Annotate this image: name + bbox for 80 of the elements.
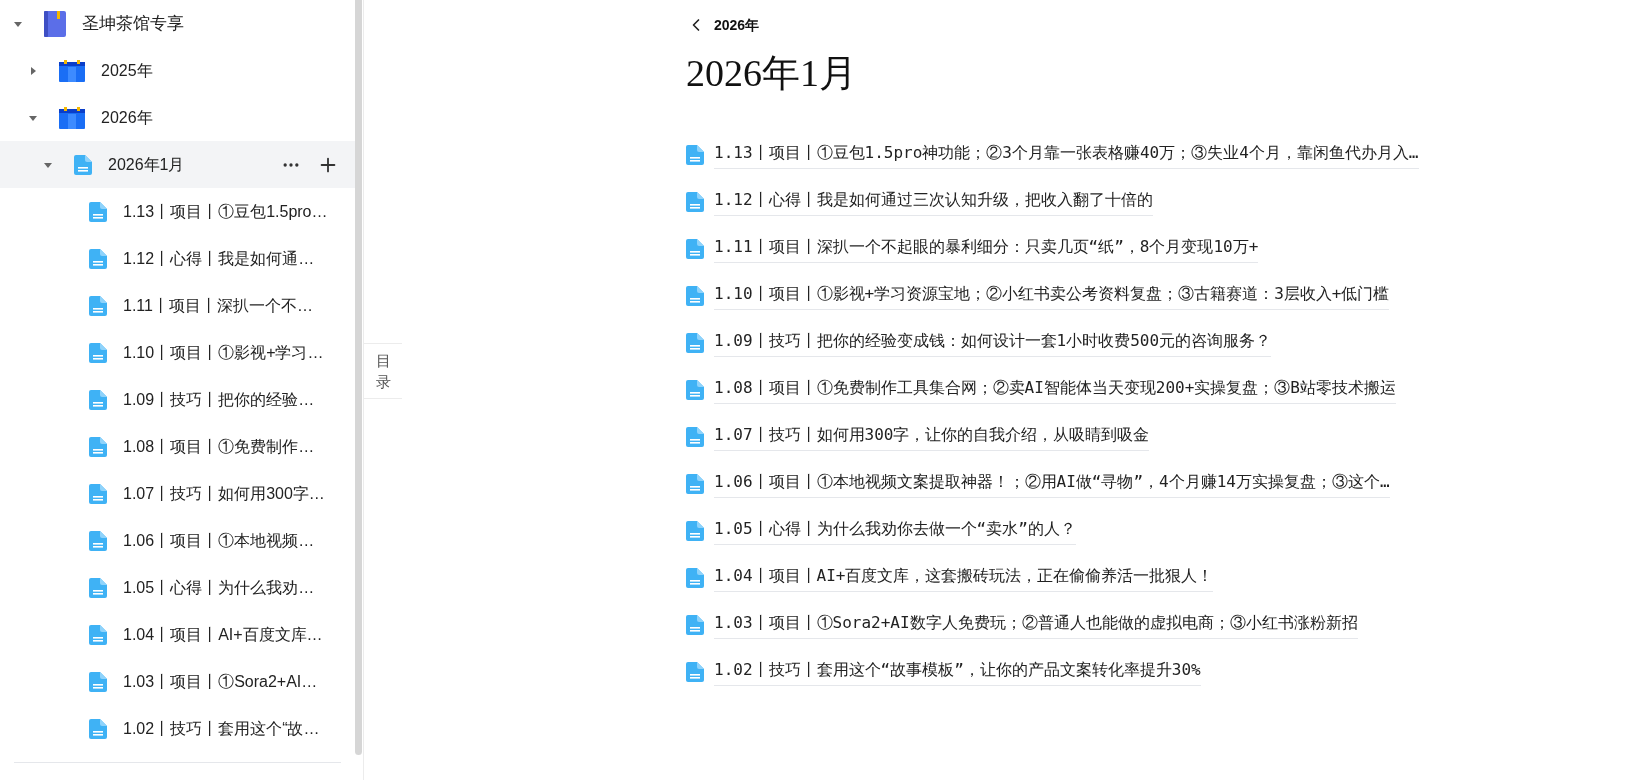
item-label: 1.10丨项目丨①影视+学习… (123, 342, 324, 363)
item-label: 1.09丨技巧丨把你的经验… (123, 389, 315, 410)
article-link[interactable]: 1.03丨项目丨①Sora2+AI数字人免费玩；②普通人也能做的虚拟电商；③小红书涨粉新招 (714, 611, 1358, 639)
tree-item[interactable]: 2026年1月 (0, 141, 355, 188)
article-link[interactable]: 1.12丨心得丨我是如何通过三次认知升级，把收入翻了十倍的 (714, 188, 1153, 216)
tree-item[interactable]: 1.11丨项目丨深扒一个不… (0, 282, 355, 329)
tree-item[interactable]: 1.03丨项目丨①Sora2+AI… (0, 658, 355, 705)
article-link[interactable]: 1.05丨心得丨为什么我劝你去做一个“卖水”的人？ (714, 517, 1076, 545)
article-link[interactable]: 1.07丨技巧丨如何用300字，让你的自我介绍，从吸睛到吸金 (714, 423, 1150, 451)
tree-item[interactable]: 1.02丨技巧丨套用这个“故… (0, 705, 355, 752)
document-icon (686, 474, 704, 494)
document-icon (686, 333, 704, 353)
document-icon (89, 389, 107, 410)
document-icon (89, 248, 107, 269)
document-icon (686, 145, 704, 165)
scrollbar-thumb[interactable] (355, 0, 362, 755)
document-icon (686, 615, 704, 635)
tree-item[interactable]: 1.08丨项目丨①免费制作… (0, 423, 355, 470)
caret-right-icon[interactable] (29, 66, 37, 75)
item-label: 圣坤茶馆专享 (82, 12, 184, 35)
tree-item[interactable]: 1.13丨项目丨①豆包1.5pro… (0, 188, 355, 235)
item-label: 1.08丨项目丨①免费制作… (123, 436, 315, 457)
document-icon (686, 286, 704, 306)
document-icon (89, 577, 107, 598)
item-label: 1.13丨项目丨①豆包1.5pro… (123, 201, 328, 222)
item-label: 1.02丨技巧丨套用这个“故… (123, 718, 320, 739)
document-icon (686, 662, 704, 682)
page-title: 2026年1月 (686, 51, 858, 96)
document-icon (74, 154, 92, 175)
document-icon (89, 436, 107, 457)
article-link[interactable]: 1.04丨项目丨AI+百度文库，这套搬砖玩法，正在偷偷养活一批狠人！ (714, 564, 1214, 592)
document-icon (89, 671, 107, 692)
caret-down-icon[interactable] (14, 19, 22, 28)
document-icon (89, 624, 107, 645)
document-icon (89, 718, 107, 739)
item-label: 1.07丨技巧丨如何用300字… (123, 483, 325, 504)
breadcrumb-link[interactable]: 2026年 (714, 14, 760, 36)
tree-item[interactable]: 2025年 (0, 47, 355, 94)
calendar-icon (59, 59, 85, 82)
item-label: 1.04丨项目丨AI+百度文库… (123, 624, 323, 645)
tree-item[interactable]: 1.10丨项目丨①影视+学习… (0, 329, 355, 376)
document-icon (686, 521, 704, 541)
item-label: 1.06丨项目丨①本地视频… (123, 530, 315, 551)
article-link[interactable]: 1.08丨项目丨①免费制作工具集合网；②卖AI智能体当天变现200+实操复盘；③B站零技术搬运 (714, 376, 1396, 404)
item-label: 1.03丨项目丨①Sora2+AI… (123, 671, 318, 692)
caret-down-icon[interactable] (44, 160, 52, 169)
calendar-icon (59, 106, 85, 129)
notebook-icon (44, 10, 66, 37)
caret-down-icon[interactable] (29, 113, 37, 122)
article-link[interactable]: 1.10丨项目丨①影视+学习资源宝地；②小红书卖公考资料复盘；③古籍赛道：3层收入+低门槛 (714, 282, 1390, 310)
item-label: 2025年 (101, 60, 153, 81)
document-icon (686, 380, 704, 400)
tree-item[interactable]: 1.06丨项目丨①本地视频… (0, 517, 355, 564)
document-icon (686, 239, 704, 259)
tree-item[interactable]: 圣坤茶馆专享 (0, 0, 355, 47)
item-label: 1.11丨项目丨深扒一个不… (123, 295, 313, 316)
article-link[interactable]: 1.11丨项目丨深扒一个不起眼的暴利细分：只卖几页“纸”，8个月变现10万+ (714, 235, 1259, 263)
tree-item[interactable]: 1.09丨技巧丨把你的经验… (0, 376, 355, 423)
article-link[interactable]: 1.13丨项目丨①豆包1.5pro神功能；②3个月靠一张表格赚40万；③失业4个月，靠闲鱼代办月入… (714, 141, 1419, 169)
document-icon (89, 530, 107, 551)
item-label: 2026年1月 (108, 154, 185, 175)
document-icon (89, 295, 107, 316)
tree-item[interactable]: 1.12丨心得丨我是如何通… (0, 235, 355, 282)
document-icon (89, 342, 107, 363)
document-icon (686, 192, 704, 212)
item-label: 2026年 (101, 107, 153, 128)
document-icon (89, 201, 107, 222)
tree-item[interactable]: 2026年 (0, 94, 355, 141)
toc-tab[interactable]: 目录 (364, 343, 402, 399)
tree-item[interactable]: 1.04丨项目丨AI+百度文库… (0, 611, 355, 658)
article-link[interactable]: 1.06丨项目丨①本地视频文案提取神器！；②用AI做“寻物”，4个月赚14万实操复盘；③这个… (714, 470, 1390, 498)
tree-item[interactable]: 1.07丨技巧丨如何用300字… (0, 470, 355, 517)
article-link[interactable]: 1.09丨技巧丨把你的经验变成钱：如何设计一套1小时收费500元的咨询服务？ (714, 329, 1272, 357)
item-label: 1.05丨心得丨为什么我劝… (123, 577, 315, 598)
article-link[interactable]: 1.02丨技巧丨套用这个“故事模板”，让你的产品文案转化率提升30% (714, 658, 1201, 686)
item-label: 1.12丨心得丨我是如何通… (123, 248, 315, 269)
document-icon (89, 483, 107, 504)
document-icon (686, 568, 704, 588)
document-icon (686, 427, 704, 447)
tree-item[interactable]: 1.05丨心得丨为什么我劝… (0, 564, 355, 611)
